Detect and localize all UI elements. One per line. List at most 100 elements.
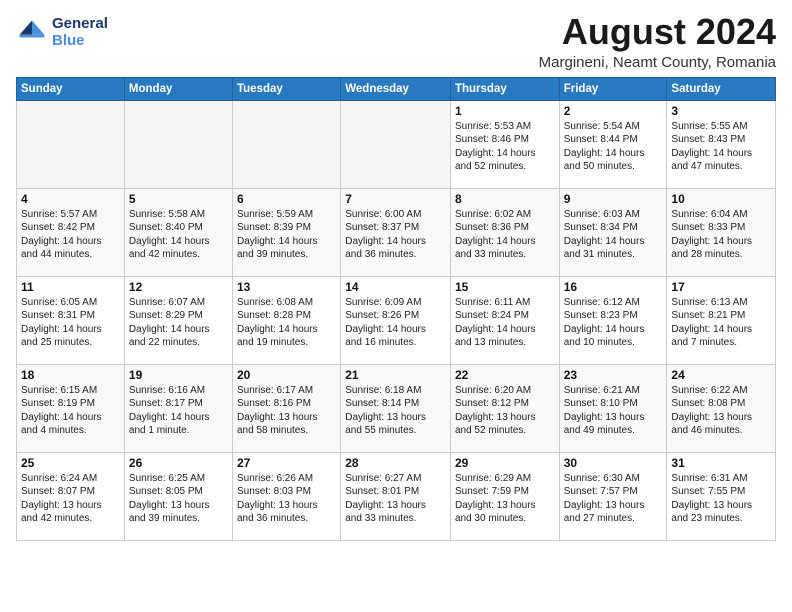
- day-info: Sunrise: 6:05 AMSunset: 8:31 PMDaylight:…: [21, 296, 120, 350]
- day-info: Sunrise: 6:26 AMSunset: 8:03 PMDaylight:…: [237, 472, 336, 526]
- day-info: Sunrise: 5:58 AMSunset: 8:40 PMDaylight:…: [129, 208, 228, 262]
- calendar-cell: 14Sunrise: 6:09 AMSunset: 8:26 PMDayligh…: [341, 276, 451, 364]
- calendar-header-friday: Friday: [559, 77, 667, 100]
- calendar-cell: 17 Sunrise: 6:13 AMSunset: 8:21 PMDayligh…: [667, 276, 776, 364]
- calendar-week-1: 1 Sunrise: 5:53 AMSunset: 8:46 PMDaylight…: [17, 100, 776, 188]
- day-info: Sunrise: 6:25 AMSunset: 8:05 PMDaylight:…: [129, 472, 228, 526]
- day-number: 25: [21, 456, 120, 470]
- day-info: Sunrise: 5:59 AMSunset: 8:39 PMDaylight:…: [237, 208, 336, 262]
- calendar-cell: 5 Sunrise: 5:58 AMSunset: 8:40 PMDaylight…: [124, 188, 232, 276]
- calendar-header-thursday: Thursday: [450, 77, 559, 100]
- day-number: 29: [455, 456, 555, 470]
- calendar-header-sunday: Sunday: [17, 77, 125, 100]
- calendar-cell: 19 Sunrise: 6:16 AMSunset: 8:17 PMDayligh…: [124, 364, 232, 452]
- day-info: Sunrise: 6:16 AMSunset: 8:17 PMDaylight:…: [129, 384, 228, 438]
- day-number: 16: [564, 280, 663, 294]
- calendar-cell: 21Sunrise: 6:18 AMSunset: 8:14 PMDayligh…: [341, 364, 451, 452]
- day-info: Sunrise: 6:15 AMSunset: 8:19 PMDaylight:…: [21, 384, 120, 438]
- day-info: Sunrise: 6:08 AMSunset: 8:28 PMDaylight:…: [237, 296, 336, 350]
- day-info: Sunrise: 6:04 AMSunset: 8:33 PMDaylight:…: [671, 208, 771, 262]
- day-number: 10: [671, 192, 771, 206]
- calendar-header-saturday: Saturday: [667, 77, 776, 100]
- day-number: 23: [564, 368, 663, 382]
- day-info: Sunrise: 6:12 AMSunset: 8:23 PMDaylight:…: [564, 296, 663, 350]
- day-info: Sunrise: 6:18 AMSunset: 8:14 PMDaylight:…: [345, 384, 446, 438]
- calendar-cell: 29 Sunrise: 6:29 AMSunset: 7:59 PMDayligh…: [450, 452, 559, 540]
- calendar-week-5: 25 Sunrise: 6:24 AMSunset: 8:07 PMDayligh…: [17, 452, 776, 540]
- calendar-cell: 6 Sunrise: 5:59 AMSunset: 8:39 PMDaylight…: [232, 188, 340, 276]
- day-number: 30: [564, 456, 663, 470]
- calendar-cell: 1 Sunrise: 5:53 AMSunset: 8:46 PMDaylight…: [450, 100, 559, 188]
- calendar-cell: 2Sunrise: 5:54 AMSunset: 8:44 PMDaylight…: [559, 100, 667, 188]
- logo-icon: [16, 17, 48, 49]
- calendar-cell: 27 Sunrise: 6:26 AMSunset: 8:03 PMDayligh…: [232, 452, 340, 540]
- calendar-cell: 31Sunrise: 6:31 AMSunset: 7:55 PMDayligh…: [667, 452, 776, 540]
- calendar-cell: 30 Sunrise: 6:30 AMSunset: 7:57 PMDayligh…: [559, 452, 667, 540]
- day-number: 24: [671, 368, 771, 382]
- calendar-cell: 26 Sunrise: 6:25 AMSunset: 8:05 PMDayligh…: [124, 452, 232, 540]
- day-info: Sunrise: 6:20 AMSunset: 8:12 PMDaylight:…: [455, 384, 555, 438]
- calendar-week-2: 4 Sunrise: 5:57 AMSunset: 8:42 PMDaylight…: [17, 188, 776, 276]
- day-info: Sunrise: 6:00 AMSunset: 8:37 PMDaylight:…: [345, 208, 446, 262]
- logo-general: General: [52, 16, 108, 33]
- day-number: 13: [237, 280, 336, 294]
- day-number: 18: [21, 368, 120, 382]
- day-number: 11: [21, 280, 120, 294]
- calendar-cell: 12Sunrise: 6:07 AMSunset: 8:29 PMDayligh…: [124, 276, 232, 364]
- calendar-week-3: 11 Sunrise: 6:05 AMSunset: 8:31 PMDayligh…: [17, 276, 776, 364]
- day-info: Sunrise: 6:21 AMSunset: 8:10 PMDaylight:…: [564, 384, 663, 438]
- calendar-cell: 9Sunrise: 6:03 AMSunset: 8:34 PMDaylight…: [559, 188, 667, 276]
- calendar-header-row: SundayMondayTuesdayWednesdayThursdayFrid…: [17, 77, 776, 100]
- day-number: 3: [671, 104, 771, 118]
- calendar-cell: 7 Sunrise: 6:00 AMSunset: 8:37 PMDaylight…: [341, 188, 451, 276]
- day-info: Sunrise: 6:29 AMSunset: 7:59 PMDaylight:…: [455, 472, 555, 526]
- day-info: Sunrise: 6:27 AMSunset: 8:01 PMDaylight:…: [345, 472, 446, 526]
- calendar-cell: 20Sunrise: 6:17 AMSunset: 8:16 PMDayligh…: [232, 364, 340, 452]
- day-info: Sunrise: 6:22 AMSunset: 8:08 PMDaylight:…: [671, 384, 771, 438]
- day-number: 5: [129, 192, 228, 206]
- day-info: Sunrise: 5:53 AMSunset: 8:46 PMDaylight:…: [455, 120, 555, 174]
- day-info: Sunrise: 6:02 AMSunset: 8:36 PMDaylight:…: [455, 208, 555, 262]
- day-info: Sunrise: 6:03 AMSunset: 8:34 PMDaylight:…: [564, 208, 663, 262]
- calendar-cell: 23 Sunrise: 6:21 AMSunset: 8:10 PMDayligh…: [559, 364, 667, 452]
- calendar-header-tuesday: Tuesday: [232, 77, 340, 100]
- day-number: 12: [129, 280, 228, 294]
- day-number: 14: [345, 280, 446, 294]
- day-number: 17: [671, 280, 771, 294]
- day-number: 6: [237, 192, 336, 206]
- calendar-header-wednesday: Wednesday: [341, 77, 451, 100]
- calendar-cell: 15Sunrise: 6:11 AMSunset: 8:24 PMDayligh…: [450, 276, 559, 364]
- title-block: August 2024 Margineni, Neamt County, Rom…: [539, 12, 776, 71]
- day-info: Sunrise: 6:30 AMSunset: 7:57 PMDaylight:…: [564, 472, 663, 526]
- day-number: 22: [455, 368, 555, 382]
- page: General Blue August 2024 Margineni, Neam…: [0, 0, 792, 549]
- calendar-cell: 25 Sunrise: 6:24 AMSunset: 8:07 PMDayligh…: [17, 452, 125, 540]
- day-number: 4: [21, 192, 120, 206]
- main-title: August 2024: [539, 12, 776, 52]
- day-info: Sunrise: 5:57 AMSunset: 8:42 PMDaylight:…: [21, 208, 120, 262]
- calendar-cell: [232, 100, 340, 188]
- calendar-cell: [341, 100, 451, 188]
- calendar-cell: 13 Sunrise: 6:08 AMSunset: 8:28 PMDayligh…: [232, 276, 340, 364]
- calendar-cell: 16 Sunrise: 6:12 AMSunset: 8:23 PMDayligh…: [559, 276, 667, 364]
- calendar-cell: [17, 100, 125, 188]
- calendar-cell: 10 Sunrise: 6:04 AMSunset: 8:33 PMDayligh…: [667, 188, 776, 276]
- day-number: 19: [129, 368, 228, 382]
- day-info: Sunrise: 6:11 AMSunset: 8:24 PMDaylight:…: [455, 296, 555, 350]
- day-number: 27: [237, 456, 336, 470]
- day-info: Sunrise: 6:13 AMSunset: 8:21 PMDaylight:…: [671, 296, 771, 350]
- day-info: Sunrise: 6:24 AMSunset: 8:07 PMDaylight:…: [21, 472, 120, 526]
- day-number: 8: [455, 192, 555, 206]
- day-number: 1: [455, 104, 555, 118]
- header: General Blue August 2024 Margineni, Neam…: [16, 12, 776, 71]
- day-number: 28: [345, 456, 446, 470]
- calendar-cell: 22 Sunrise: 6:20 AMSunset: 8:12 PMDayligh…: [450, 364, 559, 452]
- day-number: 26: [129, 456, 228, 470]
- calendar-table: SundayMondayTuesdayWednesdayThursdayFrid…: [16, 77, 776, 541]
- calendar-cell: 11 Sunrise: 6:05 AMSunset: 8:31 PMDayligh…: [17, 276, 125, 364]
- calendar-cell: 18 Sunrise: 6:15 AMSunset: 8:19 PMDayligh…: [17, 364, 125, 452]
- calendar-week-4: 18 Sunrise: 6:15 AMSunset: 8:19 PMDayligh…: [17, 364, 776, 452]
- day-number: 31: [671, 456, 771, 470]
- day-number: 7: [345, 192, 446, 206]
- subtitle: Margineni, Neamt County, Romania: [539, 54, 776, 71]
